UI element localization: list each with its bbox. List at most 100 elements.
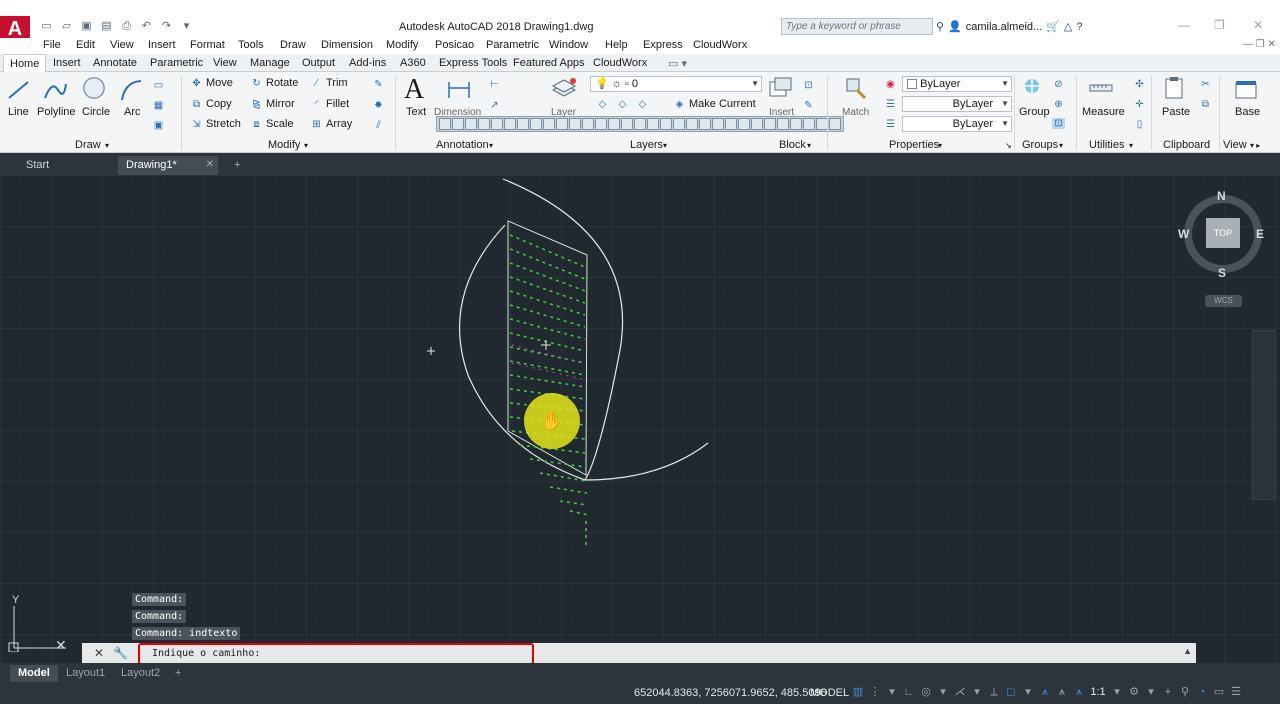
cart-icon[interactable]: 🛒 (1046, 20, 1060, 33)
quick-select-icon[interactable]: ✣ (1133, 79, 1146, 90)
plus-icon[interactable]: + (1162, 686, 1174, 699)
menu-express[interactable]: Express (643, 39, 683, 51)
toolbar-tool-icon[interactable] (491, 118, 503, 130)
annotation-panel-dropdown-icon[interactable]: ▾ (489, 141, 493, 150)
linear-dim-icon[interactable]: ⊢ (488, 79, 501, 90)
menu-cloudworx[interactable]: CloudWorx (693, 39, 747, 51)
toolbar-tool-icon[interactable] (660, 118, 672, 130)
properties-dialog-launcher-icon[interactable]: ↘ (1005, 141, 1012, 150)
print-icon[interactable]: ⎙ (118, 19, 135, 33)
menu-insert[interactable]: Insert (148, 39, 176, 51)
utilities-panel-label[interactable]: Utilities (1089, 139, 1124, 151)
mirror-button[interactable]: ⧎ Mirror (250, 98, 294, 110)
match-button-label[interactable]: Match (842, 107, 869, 118)
search-input[interactable]: Type a keyword or phrase (781, 18, 933, 35)
exchange-icon[interactable]: △ (1064, 20, 1072, 33)
view-panel-label[interactable]: View (1223, 139, 1247, 151)
add-layout-plus-icon[interactable]: + (167, 665, 189, 682)
coordinates-readout[interactable]: 652044.8363, 7256071.9652, 485.5096 (634, 687, 827, 699)
new-icon[interactable]: ▭ (38, 19, 55, 33)
qat-dropdown-icon[interactable]: ▾ (178, 19, 195, 33)
rotate-button[interactable]: ↻ Rotate (250, 77, 298, 89)
redo-icon[interactable]: ↷ (158, 19, 175, 33)
chevron-down-icon[interactable]: ▾ (937, 686, 949, 699)
menu-draw[interactable]: Draw (280, 39, 306, 51)
compass-east[interactable]: E (1256, 227, 1264, 241)
properties-panel-label[interactable]: Properties (889, 139, 939, 151)
explode-icon[interactable]: ✸ (372, 100, 385, 111)
user-name[interactable]: camila.almeid... (966, 21, 1042, 33)
toolbar-tool-icon[interactable] (725, 118, 737, 130)
menu-modify[interactable]: Modify (386, 39, 418, 51)
tab-layout2[interactable]: Layout2 (113, 665, 168, 682)
erase-icon[interactable]: ✎ (372, 79, 385, 90)
restore-icon[interactable]: ❐ (1214, 18, 1225, 32)
text-icon[interactable]: A (404, 74, 424, 106)
stretch-button[interactable]: ⇲ Stretch (190, 118, 241, 130)
snap-icon[interactable]: ⋮ (869, 686, 881, 699)
drawing-canvas[interactable]: ✋ (0, 175, 1280, 663)
tab-insert[interactable]: Insert (53, 57, 81, 69)
tab-featured-apps[interactable]: Featured Apps (513, 57, 585, 69)
layer-properties-label[interactable]: Layer (551, 107, 576, 118)
hatch-icon[interactable]: ▦ (152, 100, 165, 111)
create-block-icon[interactable]: ⊡ (802, 80, 815, 91)
menu-help[interactable]: Help (605, 39, 628, 51)
chevron-down-icon[interactable]: ▾ (1111, 686, 1123, 699)
close-icon[interactable]: ✕ (206, 159, 214, 170)
draw-panel-dropdown-icon[interactable]: ▾ (105, 141, 109, 150)
layer-dropdown[interactable]: 💡 ☼ ▫ 0 ▼ (590, 76, 762, 92)
toolbar-tool-icon[interactable] (452, 118, 464, 130)
tab-annotate[interactable]: Annotate (93, 57, 137, 69)
toolbar-tool-icon[interactable] (634, 118, 646, 130)
group-select-icon[interactable]: ⊡ (1052, 118, 1065, 129)
menu-file[interactable]: File (43, 39, 61, 51)
block-panel-dropdown-icon[interactable]: ▾ (807, 141, 811, 150)
linetype-icon[interactable]: ☰ (884, 99, 897, 110)
toolbar-tool-icon[interactable] (686, 118, 698, 130)
tab-model[interactable]: Model (10, 665, 58, 682)
toolbar-tool-icon[interactable] (764, 118, 776, 130)
toolbar-tool-icon[interactable] (465, 118, 477, 130)
help-icon[interactable]: ? (1076, 21, 1082, 33)
toolbar-tool-icon[interactable] (751, 118, 763, 130)
annotation-scale-icon[interactable]: ⩚ (1073, 686, 1085, 699)
toolbar-tool-icon[interactable] (738, 118, 750, 130)
toolbar-tool-icon[interactable] (790, 118, 802, 130)
polar-icon[interactable]: ◎ (920, 686, 932, 699)
group-button-label[interactable]: Group (1019, 106, 1050, 118)
menu-tools[interactable]: Tools (238, 39, 264, 51)
group-edit-icon[interactable]: ⊕ (1052, 99, 1065, 110)
ribbon-toggle-icon[interactable]: ▭ ▾ (668, 57, 687, 70)
toolbar-tool-icon[interactable] (699, 118, 711, 130)
gear-icon[interactable]: ⚙ (1128, 686, 1140, 699)
toolbar-tool-icon[interactable] (673, 118, 685, 130)
viewcube-top-face[interactable]: TOP (1206, 218, 1240, 248)
toolbar-tool-icon[interactable] (829, 118, 841, 130)
dimension-icon[interactable] (446, 78, 472, 102)
layer-tool-icon[interactable]: ◇ (596, 99, 609, 110)
tab-addins[interactable]: Add-ins (349, 57, 386, 69)
tab-express-tools[interactable]: Express Tools (439, 57, 507, 69)
block-panel-label[interactable]: Block (779, 139, 806, 151)
close-command-line-icon[interactable]: ✕ (94, 646, 104, 660)
open-icon[interactable]: ▱ (58, 19, 75, 33)
toolbar-help-icon[interactable] (439, 118, 451, 130)
menu-parametric[interactable]: Parametric (486, 39, 539, 51)
line-button-label[interactable]: Line (8, 106, 29, 118)
tab-output[interactable]: Output (302, 57, 335, 69)
toolbar-tool-icon[interactable] (517, 118, 529, 130)
layers-panel-label[interactable]: Layers (630, 139, 663, 151)
toolbar-tool-icon[interactable] (556, 118, 568, 130)
toolbar-tool-icon[interactable] (647, 118, 659, 130)
minimize-icon[interactable]: — (1178, 18, 1190, 32)
move-button[interactable]: ✥ Move (190, 77, 233, 89)
arc-button-label[interactable]: Arc (124, 106, 141, 118)
toolbar-tool-icon[interactable] (803, 118, 815, 130)
scale-button[interactable]: ⧈ Scale (250, 118, 293, 130)
command-history-arrow-icon[interactable]: ▲ (1183, 646, 1192, 656)
modify-panel-dropdown-icon[interactable]: ▾ (304, 141, 308, 150)
tab-parametric[interactable]: Parametric (150, 57, 203, 69)
wcs-menu[interactable]: WCS (1205, 295, 1242, 307)
toolbar-tool-icon[interactable] (478, 118, 490, 130)
